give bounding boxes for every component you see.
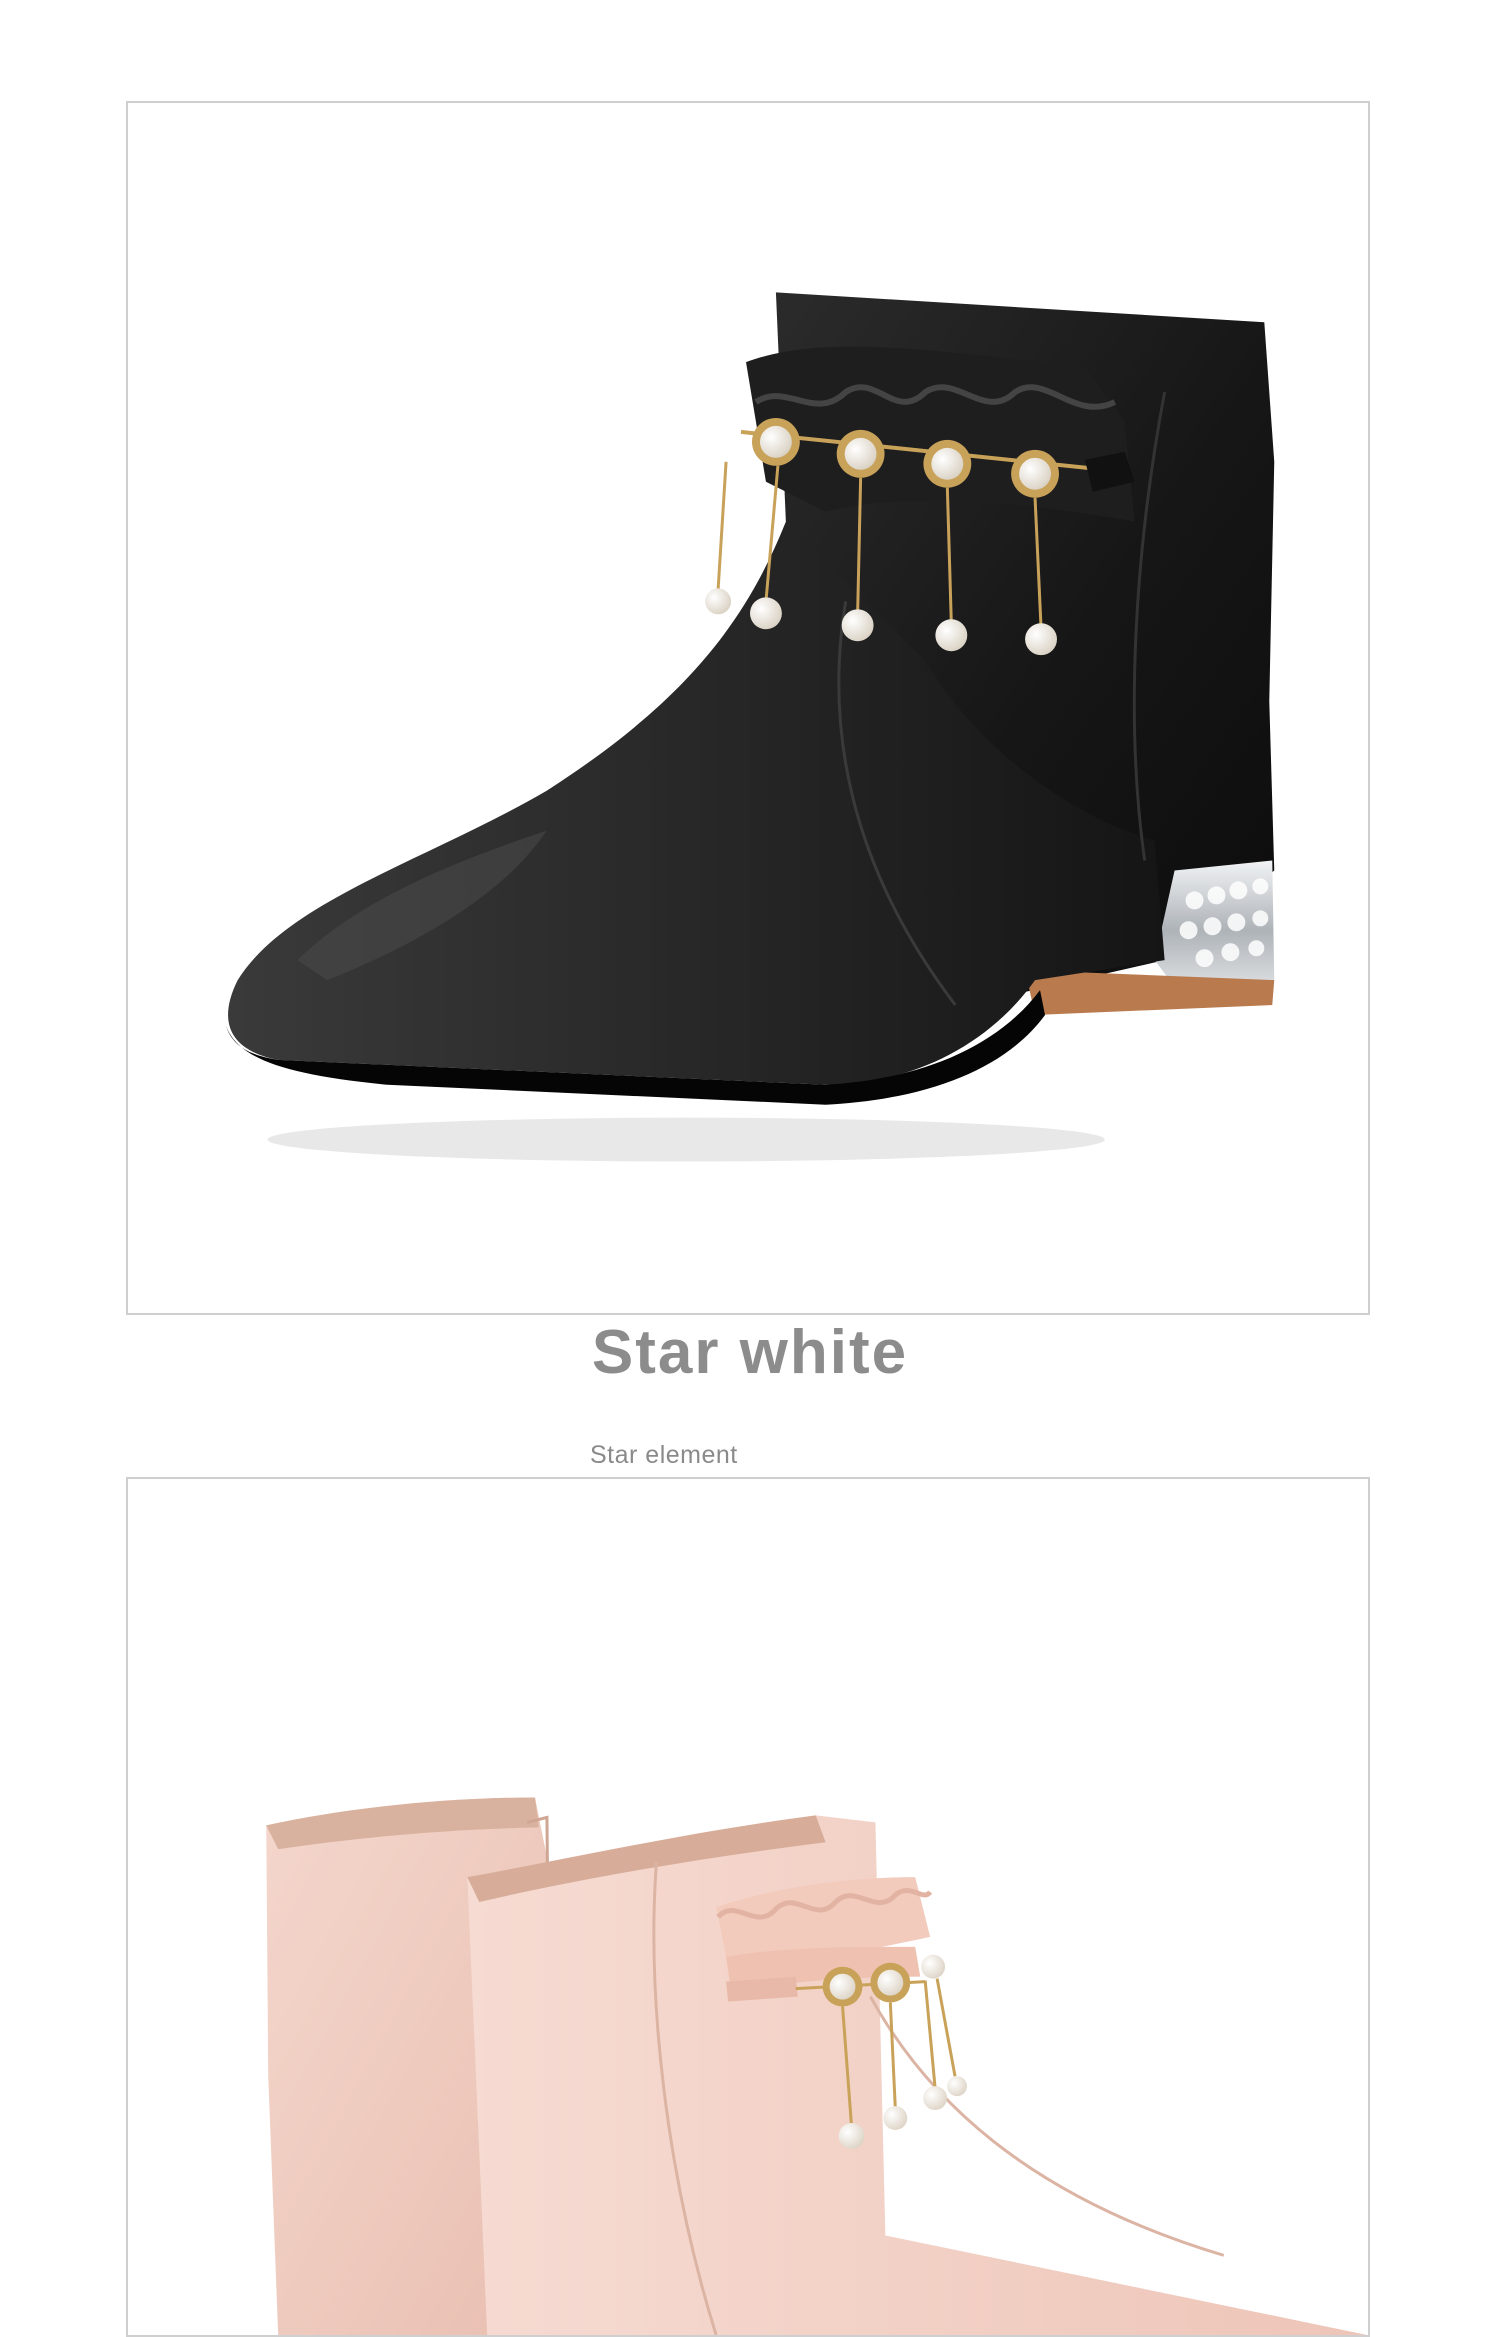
- color-title: Star white: [591, 1318, 909, 1387]
- boot-shadow: [267, 1117, 1105, 1162]
- ruffle-band: [746, 346, 1135, 522]
- subtitle: Star element: [590, 1441, 738, 1469]
- black-boot-illustration: [225, 292, 1275, 1162]
- pink-boot-illustration: [266, 1797, 1368, 2335]
- pink-ankle-boot-photo: [126, 1477, 1370, 2337]
- black-ankle-boot-photo: [126, 101, 1370, 1315]
- front-boot-vamp-seam: [869, 1995, 1225, 2257]
